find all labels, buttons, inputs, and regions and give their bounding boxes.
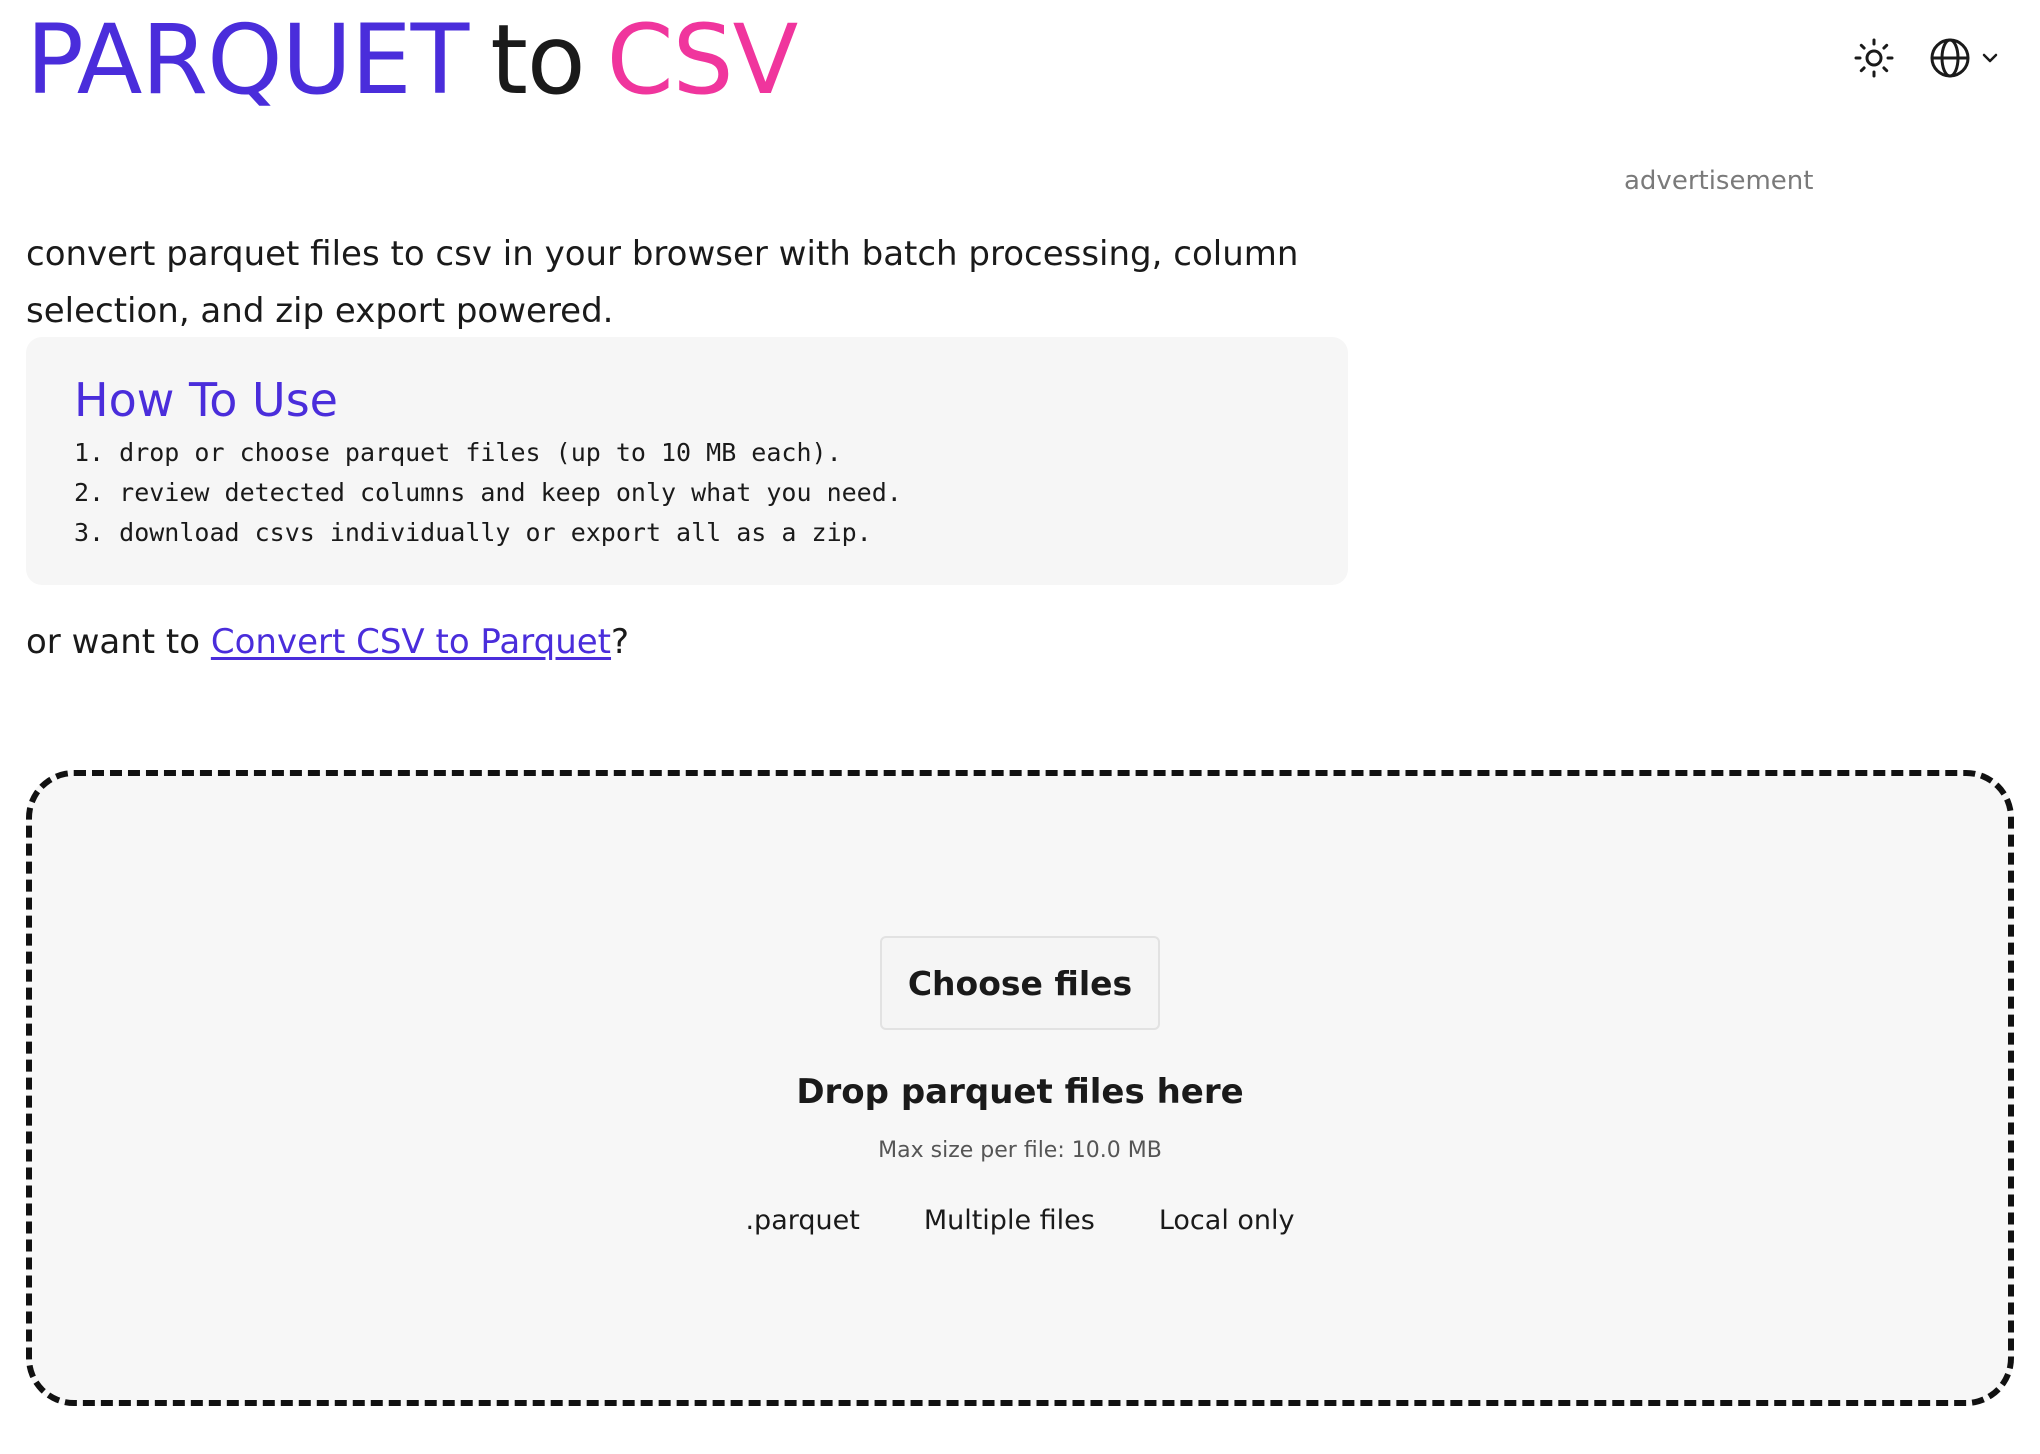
- language-selector-button[interactable]: [1928, 36, 2000, 80]
- advertisement-label: advertisement: [1624, 166, 1814, 196]
- sun-icon: [1854, 38, 1894, 78]
- alternate-tool-line: or want to Convert CSV to Parquet?: [26, 622, 629, 662]
- how-to-use-title: How To Use: [74, 373, 338, 427]
- brand-word-parquet: PARQUET: [26, 4, 469, 116]
- file-dropzone[interactable]: Choose files Drop parquet files here Max…: [26, 770, 2014, 1406]
- brand-word-to: to: [490, 4, 585, 116]
- convert-csv-to-parquet-link[interactable]: Convert CSV to Parquet: [211, 622, 611, 662]
- feature-chip: Multiple files: [923, 1205, 1095, 1236]
- how-to-steps: 1. drop or choose parquet files (up to 1…: [74, 433, 1300, 553]
- intro-text: convert parquet files to csv in your bro…: [26, 234, 1299, 331]
- how-to-step: 3. download csvs individually or export …: [74, 518, 872, 547]
- how-to-step: 1. drop or choose parquet files (up to 1…: [74, 438, 842, 467]
- alternate-tool-suffix: ?: [611, 622, 630, 662]
- brand-word-csv: CSV: [606, 4, 799, 116]
- how-to-step: 2. review detected columns and keep only…: [74, 478, 902, 507]
- dropzone-title: Drop parquet files here: [796, 1072, 1244, 1112]
- globe-icon: [1930, 38, 1970, 78]
- dropzone-features: .parquet Multiple files Local only: [745, 1205, 1294, 1236]
- site-logo[interactable]: PARQUET to CSV: [26, 0, 799, 120]
- theme-toggle-button[interactable]: [1854, 38, 1894, 78]
- feature-chip: Local only: [1158, 1205, 1295, 1236]
- feature-chip: .parquet: [745, 1205, 860, 1236]
- chevron-down-icon: [1982, 53, 1998, 63]
- choose-files-button[interactable]: Choose files: [880, 936, 1160, 1030]
- max-size-note: Max size per file: 10.0 MB: [878, 1138, 1162, 1163]
- how-to-use-panel: How To Use 1. drop or choose parquet fil…: [26, 337, 1348, 585]
- header-tools: [1854, 36, 2000, 80]
- alternate-tool-prefix: or want to: [26, 622, 211, 662]
- page: PARQUET to CSV advertisement convert par…: [0, 0, 2040, 1454]
